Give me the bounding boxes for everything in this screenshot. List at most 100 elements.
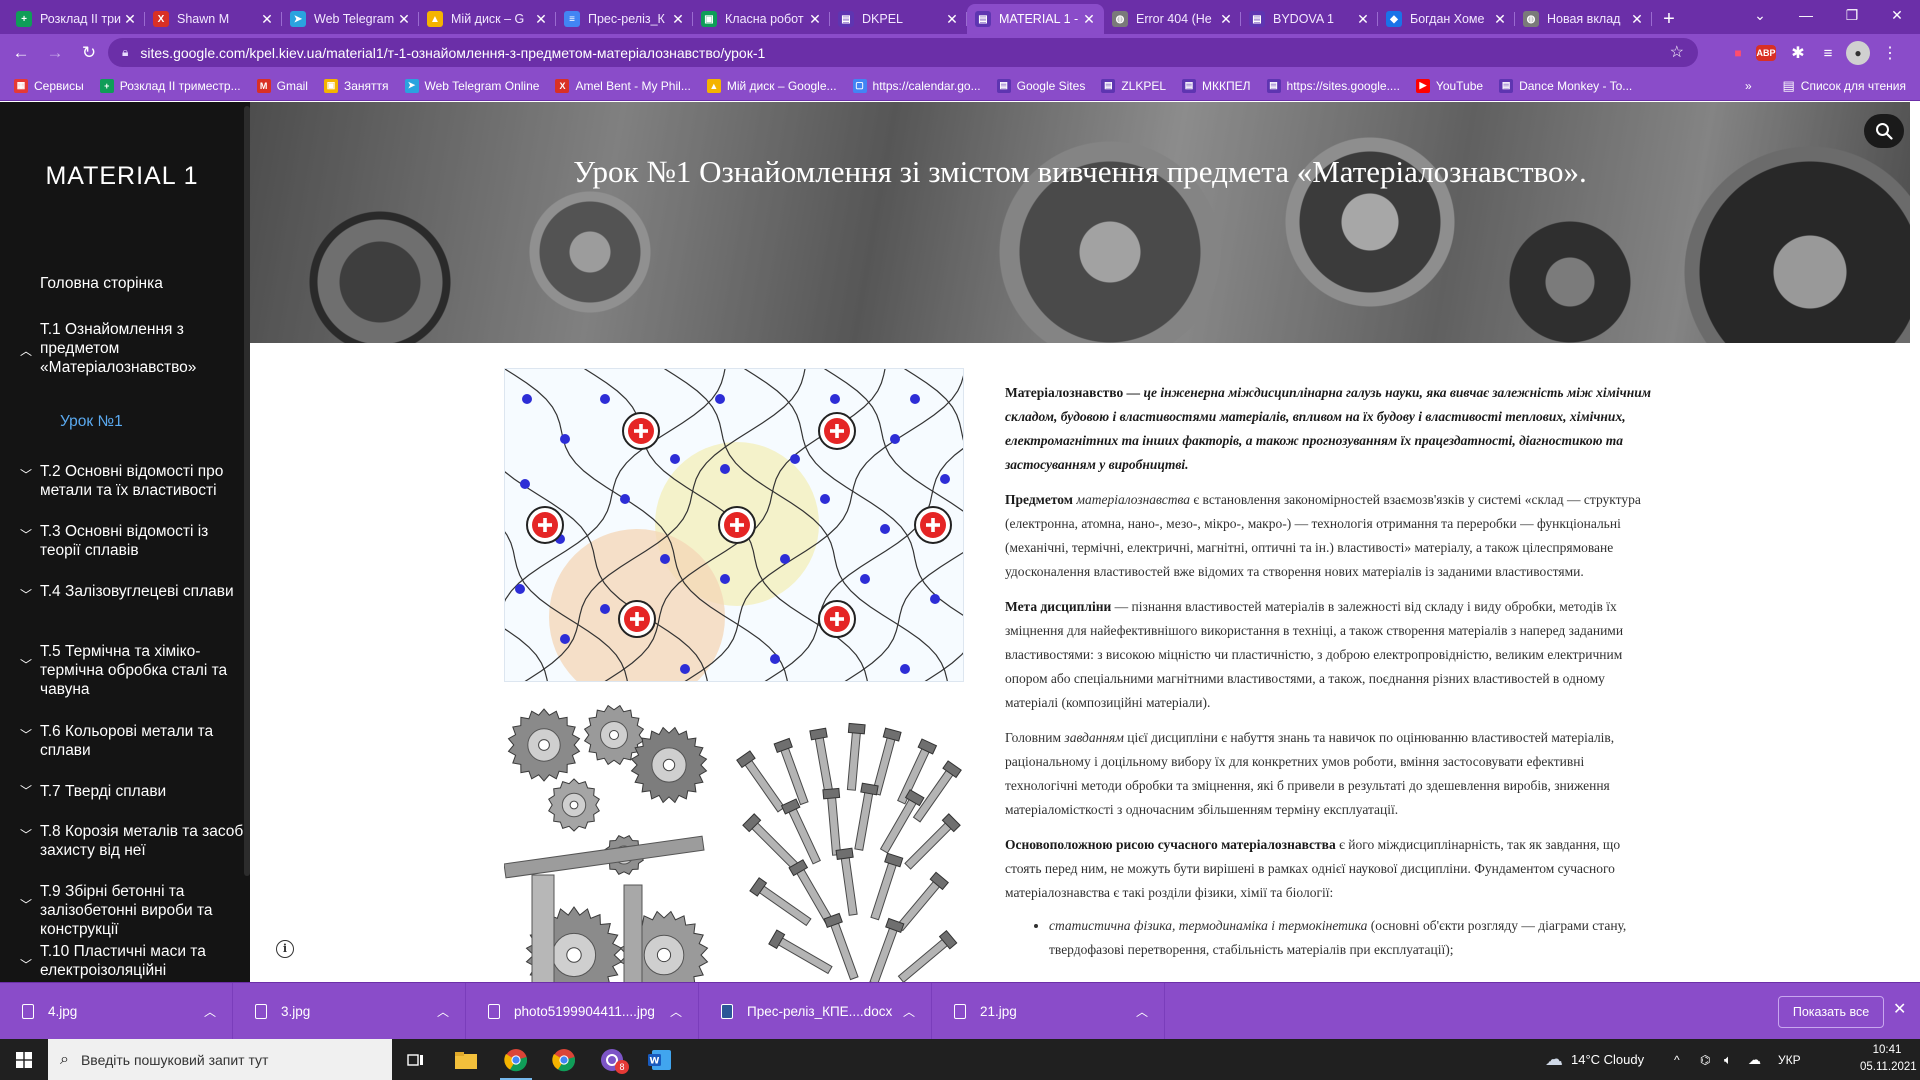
bookmark-item[interactable]: ➤ Web Telegram Online xyxy=(404,78,539,93)
download-item[interactable]: 3.jpg ︿ xyxy=(233,983,466,1040)
crystal-lattice-image xyxy=(250,358,1448,705)
close-tab-icon[interactable]: ✕ xyxy=(534,11,548,28)
browser-tab[interactable]: ◍ Error 404 (Не ✕ xyxy=(1104,4,1241,34)
bookmark-item[interactable]: M Gmail xyxy=(256,78,308,93)
download-item[interactable]: 21.jpg ︿ xyxy=(932,983,1165,1040)
close-tab-icon[interactable]: ✕ xyxy=(123,11,137,28)
file-explorer-icon[interactable] xyxy=(442,1039,490,1080)
language-indicator[interactable]: УКР xyxy=(1778,1039,1801,1080)
disciplines-list: статистична фізика, термодинаміка і терм… xyxy=(1049,914,1655,962)
close-tab-icon[interactable]: ✕ xyxy=(1219,11,1233,28)
chevron-up-icon[interactable]: ︿ xyxy=(1136,1003,1148,1020)
chevron-down-icon[interactable]: ﹀ xyxy=(20,656,32,675)
close-tab-icon[interactable]: ✕ xyxy=(1630,11,1644,28)
lesson-text: Матеріалознавство — це інженерна міждисц… xyxy=(1005,381,1655,962)
browser-tab[interactable]: ▣ Класна робот ✕ xyxy=(693,4,830,34)
chevron-down-icon[interactable]: ﹀ xyxy=(20,956,32,975)
browser-tab[interactable]: ◆ Богдан Хоме ✕ xyxy=(1378,4,1515,34)
download-item[interactable]: photo5199904411....jpg ︿ xyxy=(466,983,699,1040)
download-item[interactable]: 4.jpg ︿ xyxy=(0,983,233,1040)
bookmark-item[interactable]: ▤ https://sites.google.... xyxy=(1266,78,1400,93)
bookmark-item[interactable]: ▦ Сервисы xyxy=(14,78,84,93)
browser-tab[interactable]: ▤ BYDOVA 1 ✕ xyxy=(1241,4,1378,34)
close-tab-icon[interactable]: ✕ xyxy=(260,11,274,28)
close-window-icon[interactable]: ✕ xyxy=(1874,0,1920,30)
reading-list-button[interactable]: ▤ Список для чтения xyxy=(1782,78,1906,94)
info-icon[interactable]: i xyxy=(276,940,294,958)
browser-tab[interactable]: ≡ Прес-реліз_К ✕ xyxy=(556,4,693,34)
bookmark-item[interactable]: X Amel Bent - My Phil... xyxy=(555,78,691,93)
onedrive-icon[interactable]: ☁ xyxy=(1748,1039,1761,1080)
close-shelf-icon[interactable]: ✕ xyxy=(1893,999,1906,1019)
bookmark-item[interactable]: ▤ Google Sites xyxy=(996,78,1085,93)
chevron-down-icon[interactable]: ﹀ xyxy=(20,896,32,915)
word-taskbar-icon[interactable]: W xyxy=(636,1039,684,1080)
address-bar[interactable]: 🔒︎ sites.google.com/kpel.kiev.ua/materia… xyxy=(108,38,1698,67)
bookmark-item[interactable]: ▣ Заняття xyxy=(323,78,389,93)
chrome-profile-taskbar-icon[interactable] xyxy=(540,1039,588,1080)
back-icon[interactable]: ← xyxy=(4,38,38,68)
chevron-up-icon[interactable]: ︿ xyxy=(670,1003,682,1020)
close-tab-icon[interactable]: ✕ xyxy=(397,11,411,28)
chevron-down-icon[interactable]: ﹀ xyxy=(20,586,32,605)
close-tab-icon[interactable]: ✕ xyxy=(671,11,685,28)
profile-avatar-icon[interactable]: ● xyxy=(1846,41,1870,65)
browser-tab[interactable]: ▤ MATERIAL 1 - ✕ xyxy=(967,4,1104,34)
site-search-button[interactable] xyxy=(1864,114,1904,148)
bookmark-item[interactable]: + Розклад ІІ триместр... xyxy=(99,78,241,93)
browser-tab[interactable]: ▲ Мій диск – G ✕ xyxy=(419,4,556,34)
weather-widget[interactable]: ☁ 14°C Cloudy xyxy=(1545,1039,1644,1080)
minimize-icon[interactable]: — xyxy=(1783,0,1829,30)
reading-queue-icon[interactable]: ≡ xyxy=(1816,41,1840,65)
close-tab-icon[interactable]: ✕ xyxy=(1082,11,1096,28)
extensions-puzzle-icon[interactable]: ✱ xyxy=(1786,41,1810,65)
bookmark-item[interactable]: ▲ Мій диск – Google... xyxy=(706,78,837,93)
bookmark-item[interactable]: ▤ ZLKPEL xyxy=(1101,78,1166,93)
bookmark-item[interactable]: ▶ YouTube xyxy=(1415,78,1483,93)
browser-tab[interactable]: ➤ Web Telegram ✕ xyxy=(282,4,419,34)
extension-record-icon[interactable]: ■ xyxy=(1726,41,1750,65)
volume-icon[interactable]: 🔈︎ xyxy=(1724,1039,1732,1080)
close-tab-icon[interactable]: ✕ xyxy=(1493,11,1507,28)
restore-icon[interactable]: ❐ xyxy=(1829,0,1875,30)
chevron-up-icon[interactable]: ︿ xyxy=(437,1003,449,1020)
chevron-down-icon[interactable]: ﹀ xyxy=(20,826,32,845)
task-term: завданням xyxy=(1064,730,1124,745)
close-tab-icon[interactable]: ✕ xyxy=(945,11,959,28)
system-clock[interactable]: 10:41 05.11.2021 xyxy=(1860,1042,1917,1076)
close-tab-icon[interactable]: ✕ xyxy=(1356,11,1370,28)
forward-icon[interactable]: → xyxy=(38,38,72,68)
chevron-down-icon[interactable]: ﹀ xyxy=(20,726,32,745)
tab-search-icon[interactable]: ⌄ xyxy=(1737,0,1783,30)
task-view-icon[interactable] xyxy=(392,1039,440,1080)
chevron-up-icon[interactable]: ︿ xyxy=(20,342,32,361)
download-item[interactable]: Прес-реліз_КПЕ....docx ︿ xyxy=(699,983,932,1040)
network-icon[interactable]: ⌬ xyxy=(1700,1039,1710,1080)
close-tab-icon[interactable]: ✕ xyxy=(808,11,822,28)
bookmark-star-icon[interactable]: ☆ xyxy=(1670,42,1684,62)
taskbar-search-box[interactable]: ⌕ Введіть пошуковий запит тут xyxy=(48,1039,392,1080)
browser-tab[interactable]: ▤ DKPEL ✕ xyxy=(830,4,967,34)
browser-tab[interactable]: ◍ Новая вклад ✕ xyxy=(1515,4,1652,34)
viber-taskbar-icon[interactable]: 8 xyxy=(588,1039,636,1080)
bookmark-item[interactable]: ▤ Dance Monkey - To... xyxy=(1499,78,1632,93)
bookmark-item[interactable]: ▢ https://calendar.go... xyxy=(852,78,981,93)
browser-tab[interactable]: X Shawn M ✕ xyxy=(145,4,282,34)
chrome-taskbar-icon[interactable] xyxy=(492,1039,540,1080)
chevron-down-icon[interactable]: ﹀ xyxy=(20,526,32,545)
chevron-up-icon[interactable]: ︿ xyxy=(204,1003,216,1020)
adblock-icon[interactable]: ABP xyxy=(1756,45,1776,61)
start-button[interactable] xyxy=(0,1039,48,1080)
browser-tab[interactable]: + Розклад ІІ три ✕ xyxy=(8,4,145,34)
chevron-up-icon[interactable]: ︿ xyxy=(903,1003,915,1020)
site-title[interactable]: MATERIAL 1 xyxy=(0,162,244,191)
new-tab-button[interactable]: + xyxy=(1652,4,1686,34)
tray-overflow-icon[interactable]: ^ xyxy=(1674,1039,1680,1080)
reload-icon[interactable]: ↻ xyxy=(72,38,106,68)
chevron-down-icon[interactable]: ﹀ xyxy=(20,782,32,801)
chevron-down-icon[interactable]: ﹀ xyxy=(20,466,32,485)
bookmarks-more-icon[interactable]: » xyxy=(1745,79,1752,93)
show-all-downloads-button[interactable]: Показать все xyxy=(1778,996,1884,1028)
bookmark-item[interactable]: ▤ МККПЕЛ xyxy=(1182,78,1251,93)
browser-menu-icon[interactable]: ⋮ xyxy=(1878,41,1902,65)
